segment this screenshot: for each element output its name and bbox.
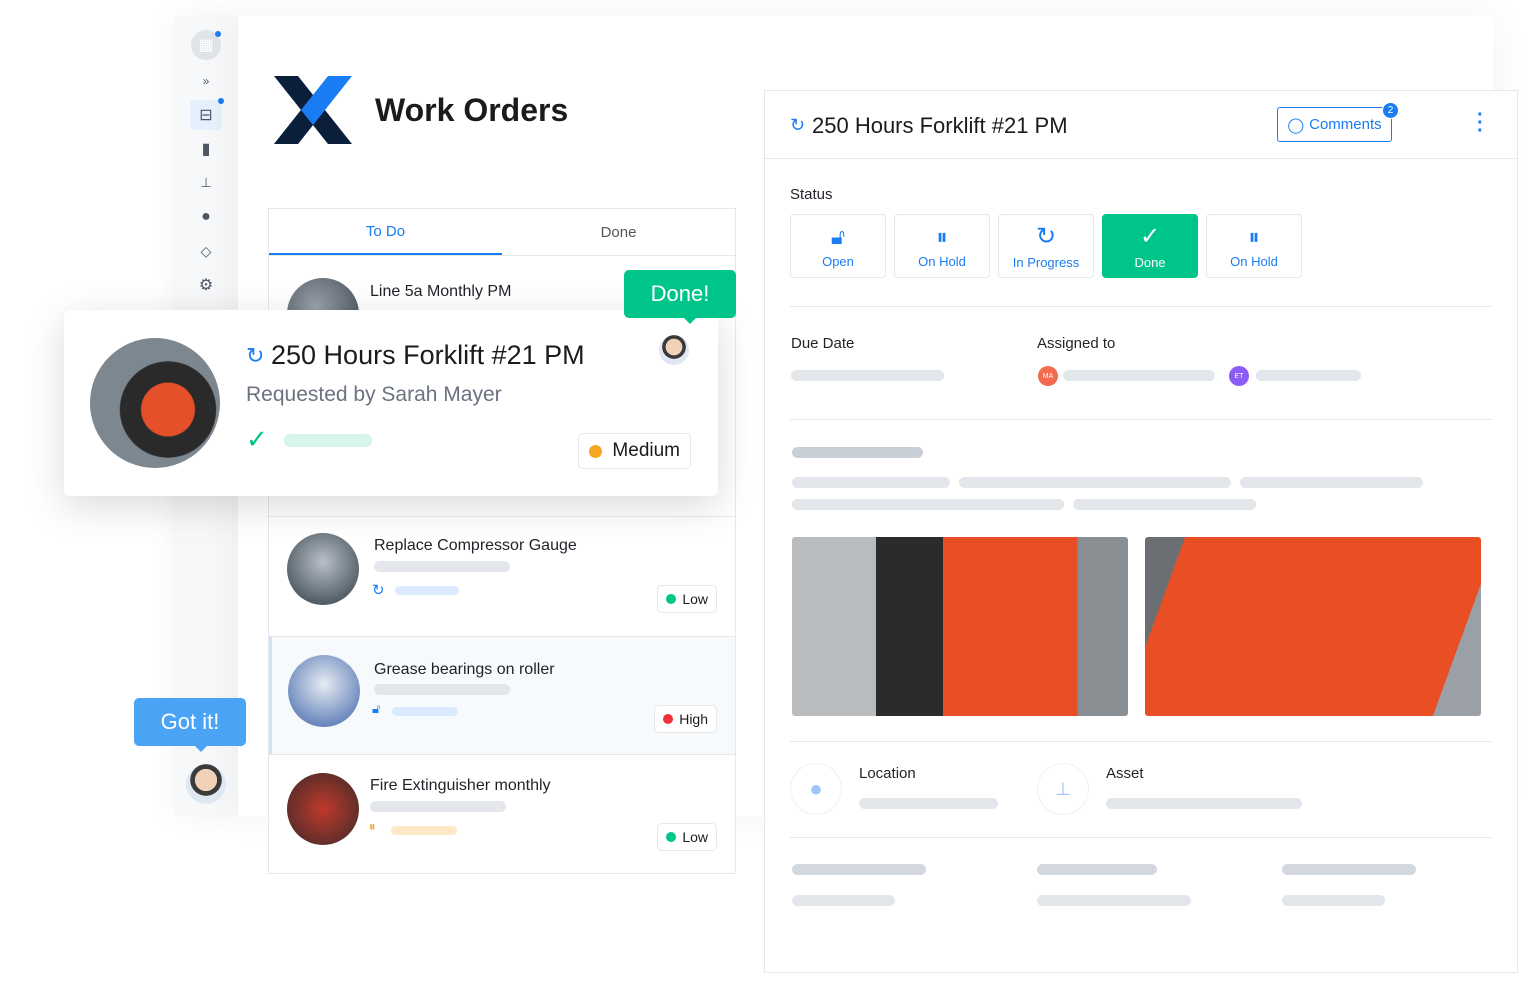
got-it-bubble: Got it! — [134, 698, 246, 746]
refresh-icon: ↻ — [246, 343, 265, 368]
location-label: Location — [859, 765, 916, 782]
status-text: In Progress — [1012, 255, 1080, 270]
status-text: Open — [822, 253, 854, 269]
tab-done[interactable]: Done — [502, 209, 735, 255]
status-text: On Hold — [1230, 253, 1278, 269]
check-icon: ✓ — [1139, 223, 1161, 250]
item-title: Grease bearings on roller — [374, 661, 555, 678]
refresh-icon: ↻ — [790, 115, 806, 135]
gear-icon[interactable]: ⚙ — [190, 270, 222, 300]
refresh-icon: ↻ — [1035, 223, 1057, 250]
list-item[interactable]: Fire Extinguisher monthly ⏸︎ Low — [269, 754, 735, 874]
priority-label: Low — [682, 591, 708, 607]
due-date-label: Due Date — [791, 335, 855, 352]
status-text: Done — [1134, 255, 1166, 270]
asset-label: Asset — [1106, 765, 1144, 782]
detail-title: 250 Hours Forklift #21 PM — [812, 113, 1068, 138]
priority-badge: Low — [657, 823, 717, 851]
status-text: On Hold — [918, 253, 966, 269]
comment-icon: ◯ — [1287, 116, 1305, 134]
lock-icon: 🔓︎ — [372, 701, 381, 716]
inbox-icon[interactable]: ⊟ — [190, 100, 222, 130]
comments-count-badge: 2 — [1382, 102, 1399, 119]
page-title: Work Orders — [375, 92, 569, 128]
card-title: 250 Hours Forklift #21 PM — [271, 340, 585, 370]
status-label: Status — [790, 186, 833, 203]
comments-button[interactable]: ◯ Comments — [1277, 107, 1392, 142]
priority-badge: Low — [657, 585, 717, 613]
assigned-to-label: Assigned to — [1037, 335, 1116, 352]
work-order-card[interactable]: ↻ 250 Hours Forklift #21 PM Requested by… — [64, 310, 718, 496]
assignee-avatar: MA — [1038, 366, 1058, 386]
pause-icon: ⏸︎ — [1248, 223, 1260, 249]
status-on-hold-button-2[interactable]: ⏸︎ On Hold — [1206, 214, 1302, 278]
avatar — [659, 335, 689, 365]
item-title: Replace Compressor Gauge — [374, 537, 577, 554]
status-done-button[interactable]: ✓ Done — [1102, 214, 1198, 278]
priority-badge: Medium — [578, 433, 691, 469]
bar-chart-icon[interactable]: ▮ — [190, 134, 222, 164]
priority-badge: High — [654, 705, 717, 733]
pause-icon: ⏸︎ — [369, 819, 376, 834]
chat-icon[interactable]: ● — [190, 202, 222, 232]
item-title: Fire Extinguisher monthly — [370, 777, 551, 794]
list-item[interactable]: Replace Compressor Gauge ↻ Low — [269, 516, 735, 636]
tab-to-do[interactable]: To Do — [269, 209, 502, 255]
priority-label: Medium — [612, 440, 680, 461]
location-pin-icon: ● — [790, 763, 842, 815]
status-on-hold-button[interactable]: ⏸︎ On Hold — [894, 214, 990, 278]
hierarchy-icon[interactable]: ⊥ — [190, 168, 222, 198]
status-open-button[interactable]: 🔓︎ Open — [790, 214, 886, 278]
requested-by: Requested by Sarah Mayer — [246, 383, 502, 406]
list-item[interactable]: Grease bearings on roller 🔓︎ High — [269, 636, 735, 754]
comments-label: Comments — [1309, 116, 1382, 133]
refresh-icon: ↻ — [372, 582, 385, 599]
status-in-progress-button[interactable]: ↻ In Progress — [998, 214, 1094, 278]
pause-icon: ⏸︎ — [936, 223, 948, 249]
assignee-avatar: ET — [1229, 366, 1249, 386]
unlock-icon: 🔓︎ — [830, 223, 846, 249]
work-order-detail: ↻ 250 Hours Forklift #21 PM ◯ Comments 2 … — [764, 90, 1518, 973]
done-bubble: Done! — [624, 270, 736, 318]
logo — [274, 76, 352, 144]
tag-icon[interactable]: ◇ — [190, 236, 222, 266]
check-icon: ✓ — [246, 424, 268, 454]
forklift-photo[interactable] — [1145, 537, 1481, 716]
forklift-photo[interactable] — [792, 537, 1128, 716]
hierarchy-icon: ⊥ — [1037, 763, 1089, 815]
avatar — [186, 764, 226, 804]
priority-label: Low — [682, 829, 708, 845]
priority-label: High — [679, 711, 708, 727]
more-options-icon[interactable]: · · · — [1477, 105, 1484, 141]
expand-icon[interactable]: » — [190, 66, 222, 96]
item-title: Line 5a Monthly PM — [370, 283, 512, 300]
